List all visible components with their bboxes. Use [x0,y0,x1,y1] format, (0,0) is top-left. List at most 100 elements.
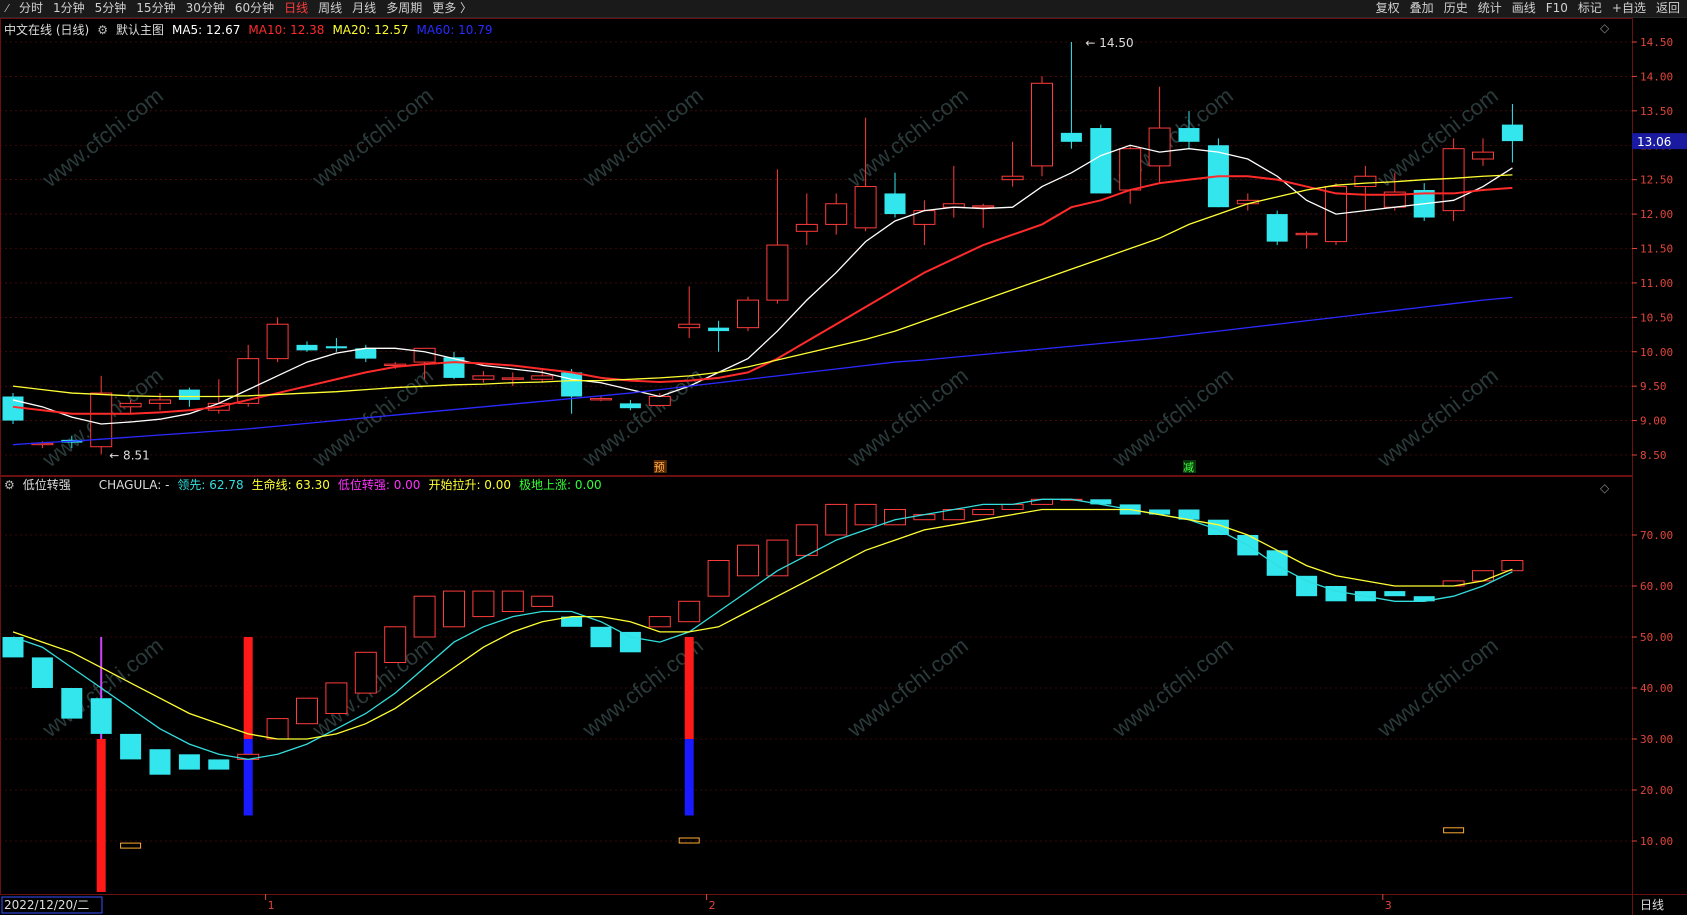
indicator-bar [90,698,112,734]
indicator-tick-label: 40.00 [1640,682,1673,695]
indicator-bar [648,616,671,628]
candle-body [1031,82,1053,167]
toolbar-button[interactable]: +自选 [1607,0,1651,17]
indicator-tick-label: 20.00 [1640,784,1673,797]
indicator-bar [208,759,230,770]
price-tick-label: 14.00 [1640,70,1673,83]
candle-body [737,299,759,329]
candle-body [1295,232,1318,236]
candle-body [884,193,906,215]
candle-body [795,223,818,232]
candle-body [825,203,848,225]
candle-body [178,389,200,400]
price-tick-label: 9.50 [1640,380,1667,393]
candle-body [766,244,789,301]
indicator-bar [1384,591,1406,597]
toolbar-button[interactable]: 历史 [1439,0,1473,17]
indicator-bar [31,657,53,688]
candle-body [472,375,495,380]
indicator-bar [854,503,877,526]
indicator-bar [972,509,995,516]
candle-body [325,346,347,349]
toolbar-button[interactable]: 统计 [1473,0,1507,17]
indicator-bar [1296,575,1318,597]
period-tab[interactable]: 月线 [347,0,381,17]
price-tick-label: 8.50 [1640,449,1667,462]
candle-body [1266,214,1288,242]
indicator-bar [296,697,318,725]
period-tab[interactable]: 30分钟 [181,0,230,17]
candle-body [1178,128,1200,142]
indicator-bar [501,590,524,612]
candle-body [1501,124,1523,142]
period-toolbar: ⁄ 分时 1分钟 5分钟 15分钟 30分钟 60分钟 日线 周线 月线 多周期 更多 〉 复权 叠加… [0,0,1687,18]
indicator-bar [678,600,701,623]
main-chart-frame [0,18,1633,476]
toolbar-button[interactable]: F10 [1541,0,1573,17]
indicator-bar [472,590,495,618]
function-buttons: 复权 叠加 历史 统计 画线 F10 标记 +自选 返回 [1371,0,1685,17]
indicator-tick-label: 60.00 [1640,580,1673,593]
price-tick-label: 14.50 [1640,36,1673,49]
watermark-text: www.cfchi.com [307,83,438,193]
period-tab[interactable]: 1分钟 [48,0,90,17]
candle-body [854,186,877,229]
price-tick-label: 10.00 [1640,346,1673,359]
toolbar-button[interactable]: 复权 [1371,0,1405,17]
small-mark [678,837,700,844]
watermark-text: www.cfchi.com [577,83,708,193]
candle-body [590,398,612,401]
indicator-bar [325,682,348,715]
period-tab[interactable]: 60分钟 [230,0,279,17]
price-tick-label: 13.50 [1640,105,1673,118]
month-tick-label: 3 [1385,899,1392,912]
watermark-text: www.cfchi.com [842,83,973,193]
period-tab[interactable]: 多周期 [381,0,427,17]
candle-body [149,399,171,404]
toolbar-button[interactable]: 返回 [1651,0,1685,17]
period-tab[interactable]: 更多 〉 [427,0,477,17]
candle-body [1060,132,1082,142]
indicator-bar [619,631,641,653]
period-tab[interactable]: 5分钟 [90,0,132,17]
life-line [12,508,1513,740]
price-tick-label: 9.00 [1640,415,1667,428]
candle-body [1472,151,1494,160]
toolbar-button[interactable]: 叠加 [1405,0,1439,17]
indicator-bar [178,754,200,770]
price-tick-label: 11.50 [1640,243,1673,256]
diamond-icon: ◇ [1600,21,1610,35]
marker-yu: 预 [654,461,665,474]
indicator-tick-label: 30.00 [1640,733,1673,746]
price-tick-label: 10.50 [1640,311,1673,324]
indicator-bar [707,560,730,597]
period-tab[interactable]: 周线 [313,0,347,17]
period-tab[interactable]: 分时 [14,0,48,17]
watermark-text: www.cfchi.com [1372,363,1503,473]
signal-bar [684,637,694,739]
marker-jian: 减 [1183,461,1194,474]
indicator-bar [443,590,465,628]
candle-body [531,375,554,380]
period-tab[interactable]: 日线 [279,0,313,17]
indicator-bar [149,749,171,775]
toolbar-button[interactable]: 标记 [1573,0,1607,17]
candle-body [1148,127,1171,167]
month-tick-label: 1 [268,899,275,912]
chart-area[interactable]: 14.5014.0013.5013.0012.5012.0011.5011.00… [0,18,1687,915]
period-tab[interactable]: 15分钟 [131,0,180,17]
indicator-bar [266,718,289,740]
signal-bar [243,637,253,739]
candle-body [1119,148,1142,191]
watermark-text: www.cfchi.com [1107,363,1238,473]
indicator-bar [1472,570,1494,582]
toolbar-button[interactable]: 画线 [1507,0,1541,17]
candle-body [648,395,671,406]
indicator-bar [1001,503,1024,510]
candle-body [296,344,318,351]
candle-body [678,323,701,329]
indicator-bar [795,524,818,556]
menu-icon[interactable]: ⁄ [0,2,14,15]
watermark-text: www.cfchi.com [842,633,973,743]
high-price-label: ← 14.50 [1085,36,1133,50]
